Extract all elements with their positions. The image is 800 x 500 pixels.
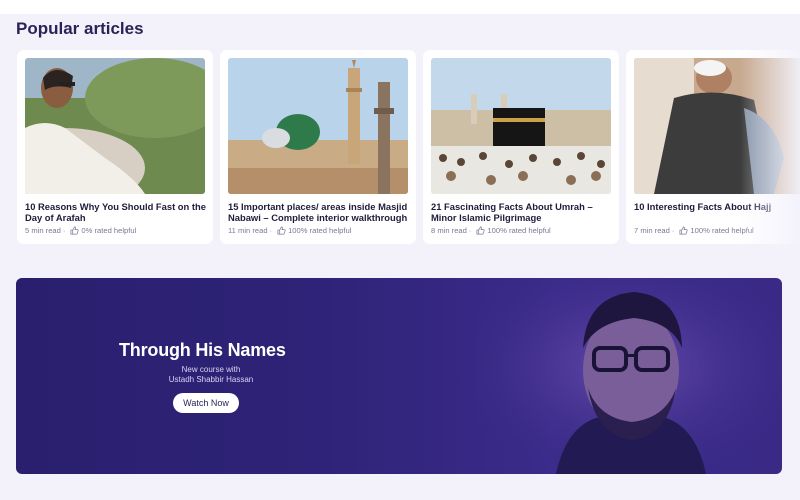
thumbs-up-icon[interactable] xyxy=(679,226,688,235)
article-meta: 7 min read · 100% rated helpful xyxy=(634,226,800,235)
read-time: 5 min read xyxy=(25,226,61,235)
banner-subtitle-line-1: New course with xyxy=(181,365,241,374)
article-title[interactable]: 21 Fascinating Facts About Umrah – Minor… xyxy=(431,201,615,223)
article-card-2[interactable]: 15 Important places/ areas inside Masjid… xyxy=(220,50,416,244)
page: Popular articles 10 Reasons Why You Shou… xyxy=(0,0,800,500)
meta-separator: · xyxy=(671,226,675,235)
thumbs-up-icon[interactable] xyxy=(70,226,79,235)
read-time: 7 min read xyxy=(634,226,670,235)
article-card-4[interactable]: 10 Interesting Facts About Hajj 7 min re… xyxy=(626,50,800,244)
section-title: Popular articles xyxy=(16,19,144,38)
instructor-portrait xyxy=(476,278,782,474)
thumbs-up-icon[interactable] xyxy=(277,226,286,235)
thumbs-up-icon[interactable] xyxy=(476,226,485,235)
article-meta: 5 min read · 0% rated helpful xyxy=(25,226,209,235)
meta-separator: · xyxy=(468,226,472,235)
article-thumbnail[interactable] xyxy=(25,58,205,194)
banner-subtitle: New course with Ustadh Shabbir Hassan xyxy=(156,365,266,385)
article-thumbnail[interactable] xyxy=(634,58,800,194)
meta-separator: · xyxy=(269,226,273,235)
course-promo-banner[interactable]: Through His Names New course with Ustadh… xyxy=(16,278,782,474)
banner-title: Through His Names xyxy=(119,340,286,360)
helpful-rating: 0% rated helpful xyxy=(81,226,137,235)
helpful-rating: 100% rated helpful xyxy=(690,226,754,235)
article-card-1[interactable]: 10 Reasons Why You Should Fast on the Da… xyxy=(17,50,213,244)
helpful-rating: 100% rated helpful xyxy=(288,226,352,235)
article-meta: 11 min read · 100% rated helpful xyxy=(228,226,412,235)
article-meta: 8 min read · 100% rated helpful xyxy=(431,226,615,235)
article-card-3[interactable]: 21 Fascinating Facts About Umrah – Minor… xyxy=(423,50,619,244)
article-thumbnail[interactable] xyxy=(228,58,408,194)
banner-subtitle-line-2: Ustadh Shabbir Hassan xyxy=(168,375,254,384)
article-thumbnail[interactable] xyxy=(431,58,611,194)
watch-now-button[interactable]: Watch Now xyxy=(173,393,239,413)
article-title[interactable]: 10 Reasons Why You Should Fast on the Da… xyxy=(25,201,209,223)
meta-separator: · xyxy=(62,226,66,235)
article-carousel[interactable]: 10 Reasons Why You Should Fast on the Da… xyxy=(17,50,800,246)
helpful-rating: 100% rated helpful xyxy=(487,226,551,235)
read-time: 11 min read xyxy=(228,226,268,235)
article-title[interactable]: 10 Interesting Facts About Hajj xyxy=(634,201,800,212)
article-title[interactable]: 15 Important places/ areas inside Masjid… xyxy=(228,201,412,223)
read-time: 8 min read xyxy=(431,226,467,235)
